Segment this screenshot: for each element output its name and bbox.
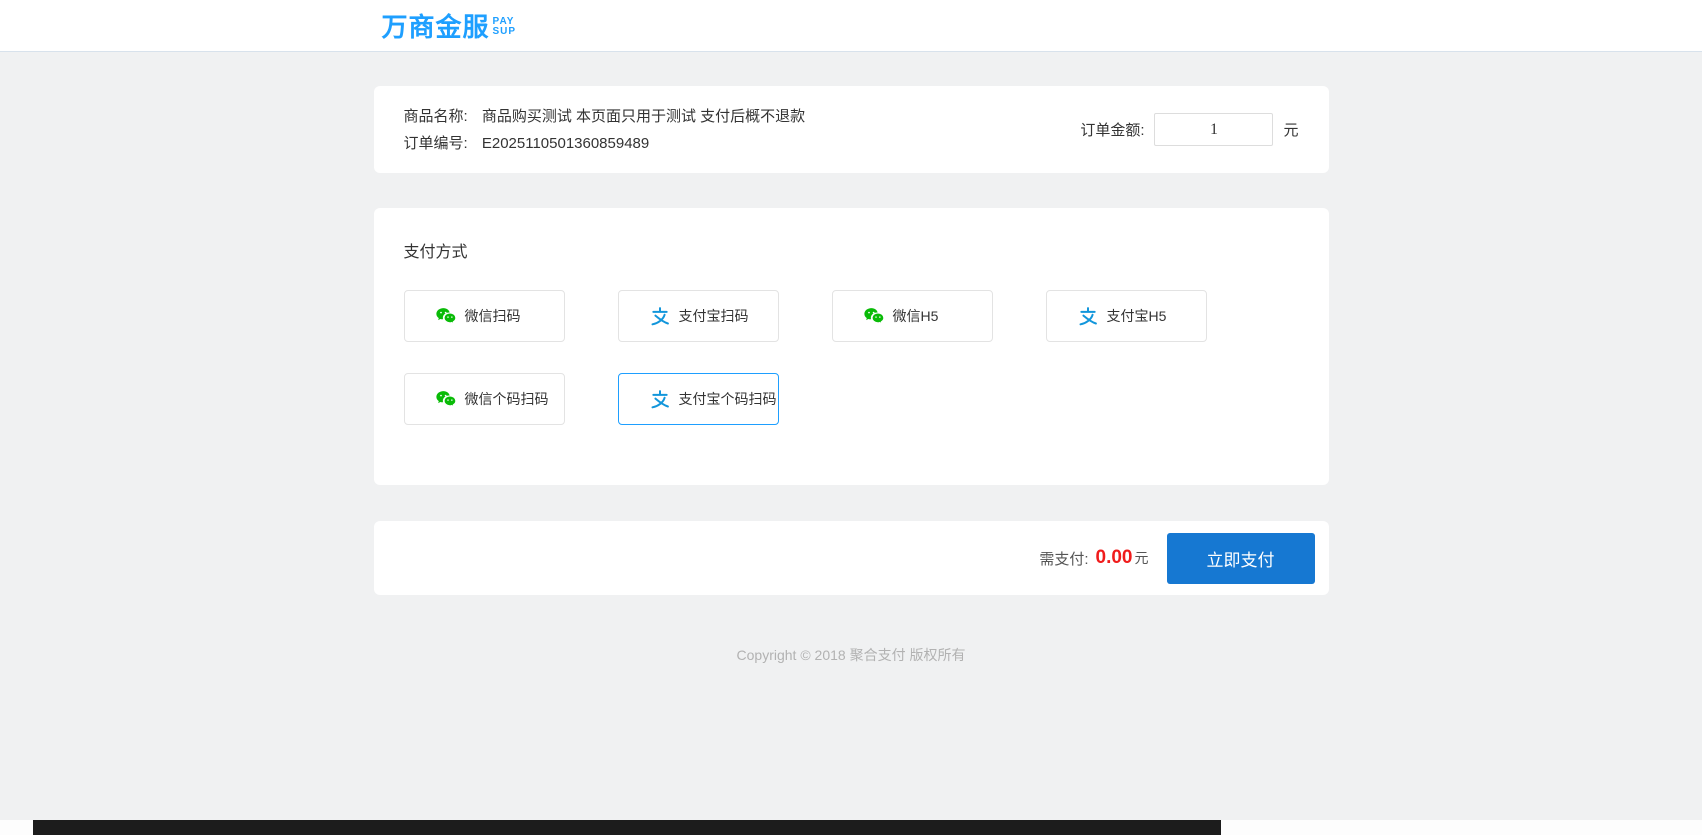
main-content: 商品名称: 商品购买测试 本页面只用于测试 支付后概不退款 订单编号: E202…: [373, 86, 1329, 665]
payment-method-label: 支付宝个码扫码: [678, 391, 777, 407]
due-unit: 元: [1134, 550, 1149, 566]
product-name-value: 商品购买测试 本页面只用于测试 支付后概不退款: [481, 107, 806, 125]
payment-method-label: 微信扫码: [464, 308, 521, 324]
payment-method-title: 支付方式: [403, 244, 468, 261]
bottom-dark-strip: [33, 820, 1221, 835]
wechat-icon: [436, 306, 456, 326]
payment-method-grid: 微信扫码 支付宝扫码 微信H5 支付宝H5 微信个码扫码 支付宝个码扫码: [403, 290, 1299, 425]
payment-method-label: 微信个码扫码: [464, 391, 549, 407]
header: 万商金服 PAY SUP: [0, 0, 1702, 52]
logo-sub-pay: PAY: [492, 15, 515, 27]
due-amount: 0.00: [1095, 547, 1133, 568]
footer: Copyright © 2018 聚合支付 版权所有: [374, 645, 1329, 665]
payment-method-wechat-qr[interactable]: 微信扫码: [403, 290, 565, 342]
payment-method-label: 支付宝H5: [1106, 308, 1167, 324]
order-amount-label: 订单金额:: [1080, 122, 1145, 139]
due-label: 需支付:: [1039, 550, 1089, 568]
payment-method-alipay-h5[interactable]: 支付宝H5: [1045, 290, 1207, 342]
order-number-row: 订单编号: E2025110501360859489: [404, 130, 806, 157]
payment-method-card: 支付方式 微信扫码 支付宝扫码 微信H5 支付宝H5 微信个码扫码 支付宝个码扫…: [373, 208, 1329, 485]
logo-subtext: PAY SUP: [493, 15, 517, 37]
pay-now-button[interactable]: 立即支付: [1166, 532, 1315, 584]
order-info-card: 商品名称: 商品购买测试 本页面只用于测试 支付后概不退款 订单编号: E202…: [373, 86, 1329, 173]
payment-method-alipay-personal-qr[interactable]: 支付宝个码扫码: [617, 373, 779, 425]
order-amount-unit: 元: [1283, 122, 1299, 139]
order-details: 商品名称: 商品购买测试 本页面只用于测试 支付后概不退款 订单编号: E202…: [404, 103, 806, 157]
alipay-icon: [1078, 306, 1098, 326]
payment-method-label: 微信H5: [892, 308, 939, 324]
payment-method-wechat-h5[interactable]: 微信H5: [831, 290, 993, 342]
product-name-row: 商品名称: 商品购买测试 本页面只用于测试 支付后概不退款: [404, 103, 806, 130]
alipay-icon: [650, 389, 670, 409]
logo: 万商金服 PAY SUP: [382, 7, 517, 44]
pay-bar-card: 需支付: 0.00 元 立即支付: [373, 521, 1329, 595]
wechat-icon: [436, 389, 456, 409]
payment-method-alipay-qr[interactable]: 支付宝扫码: [617, 290, 779, 342]
payment-method-label: 支付宝扫码: [678, 308, 749, 324]
order-amount-group: 订单金额: 元: [1080, 113, 1299, 146]
product-name-label: 商品名称:: [403, 107, 468, 125]
payment-page: 万商金服 PAY SUP 商品名称: 商品购买测试 本页面只用于测试 支付后概不…: [0, 0, 1702, 835]
alipay-icon: [650, 306, 670, 326]
copyright-text: Copyright © 2018 聚合支付 版权所有: [736, 647, 966, 663]
logo-text: 万商金服: [381, 12, 490, 42]
order-amount-input[interactable]: [1154, 113, 1274, 146]
wechat-icon: [864, 306, 884, 326]
logo-sub-sup: SUP: [492, 25, 517, 37]
order-number-value: E2025110501360859489: [481, 134, 650, 152]
order-number-label: 订单编号:: [403, 134, 468, 152]
payment-method-wechat-personal-qr[interactable]: 微信个码扫码: [403, 373, 565, 425]
